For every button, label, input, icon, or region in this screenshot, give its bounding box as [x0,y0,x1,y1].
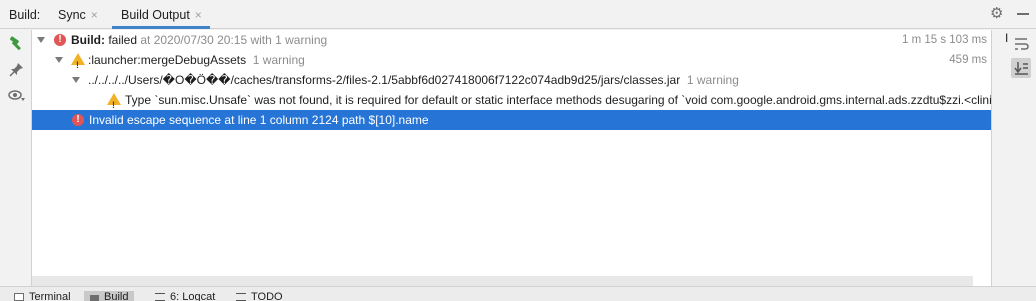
task-duration: 459 ms [949,54,987,66]
tree-row-build-failed[interactable]: Build: failed at 2020/07/30 20:15 with 1… [32,30,991,50]
hammer-icon[interactable] [8,35,25,52]
bottom-tab-terminal[interactable]: Terminal [14,291,71,301]
tab-sync[interactable]: Sync × [58,0,98,29]
tree-row-merge-assets[interactable]: :launcher:mergeDebugAssets 1 warning 459… [32,50,991,75]
chevron-down-icon[interactable] [54,55,64,65]
tab-sync-label: Sync [58,8,86,22]
soft-wrap-icon[interactable] [1011,34,1031,54]
bottom-tab-label: Build [104,291,129,301]
text-cursor-icon: I [1005,31,1009,45]
task-name: :launcher:mergeDebugAssets [88,53,247,67]
build-details: at 2020/07/30 20:15 with 1 warning [137,33,328,47]
warning-message: Type `sun.misc.Unsafe` was not found, it… [125,93,1003,107]
error-icon [72,110,84,130]
chevron-down-icon[interactable] [71,75,81,85]
warning-icon [71,53,85,75]
pin-icon[interactable] [8,61,25,78]
tree-row-classes-jar[interactable]: ../../../../Users/�O�Ö��/caches/transfor… [32,70,991,90]
tab-build-output-label: Build Output [121,8,190,22]
eye-icon[interactable] [8,87,25,104]
bottom-tab-build[interactable]: Build [84,291,135,301]
build-tool-window: Build: Sync × Build Output × ⚙ ! Build: … [0,0,1036,301]
error-icon [54,30,66,50]
todo-icon [236,293,246,301]
tab-build-output-close-icon[interactable]: × [195,8,202,22]
right-toolbar: I [991,30,1036,286]
jar-path: ../../../../Users/�O�Ö��/caches/transfor… [88,73,681,87]
logcat-icon [155,293,165,301]
terminal-icon [14,293,24,301]
bottom-tab-label: Terminal [29,291,71,301]
bottom-tab-label: 6: Logcat [170,291,216,301]
bottom-tool-bar: Terminal Build 6: Logcat TODO [0,286,1036,301]
warning-icon [107,93,121,115]
tool-window-label: Build: [9,8,41,22]
build-status: failed [105,33,138,47]
build-output-tree: Build: failed at 2020/07/30 20:15 with 1… [32,30,1002,286]
hammer-icon [90,295,99,301]
left-toolbar [0,30,32,286]
chevron-down-icon[interactable] [36,35,46,45]
tab-build-output[interactable]: Build Output × [112,0,210,29]
minimize-icon[interactable] [1017,13,1029,15]
build-duration: 1 m 15 s 103 ms [901,34,987,46]
horizontal-scrollbar[interactable] [32,276,973,286]
jar-warning-count: 1 warning [686,73,739,87]
bottom-tab-label: TODO [251,291,283,301]
bottom-tab-logcat[interactable]: 6: Logcat [155,291,215,301]
tab-sync-close-icon[interactable]: × [91,8,98,22]
tree-row-invalid-escape[interactable]: Invalid escape sequence at line 1 column… [32,110,991,130]
tree-row-unsafe-warning[interactable]: Type `sun.misc.Unsafe` was not found, it… [32,90,1002,115]
error-message: Invalid escape sequence at line 1 column… [89,113,429,127]
bottom-tab-todo[interactable]: TODO [236,291,283,301]
gear-icon[interactable]: ⚙ [990,6,1006,22]
tool-window-header: Build: Sync × Build Output × ⚙ [0,0,1036,29]
scroll-to-end-icon[interactable] [1011,58,1031,78]
build-label: Build: [71,33,105,47]
task-warning-count: 1 warning [252,53,305,67]
